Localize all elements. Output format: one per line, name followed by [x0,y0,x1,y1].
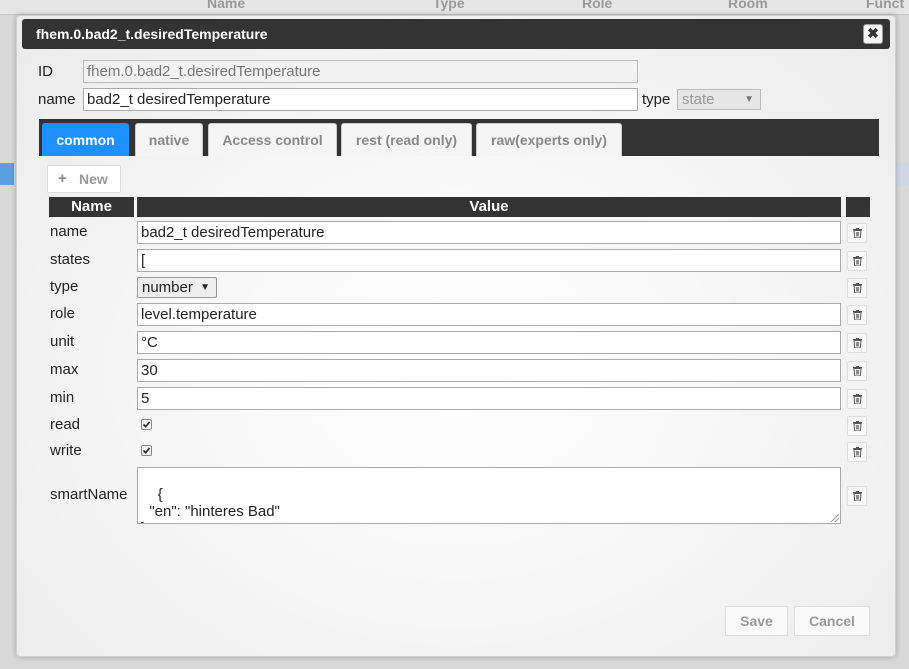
trash-icon [853,228,862,238]
smartname-value-textarea[interactable]: { "en": "hinteres Bad" } [137,467,841,524]
background-column-function: Funct [866,0,905,11]
new-attribute-button[interactable]: + New [47,165,121,193]
row-label-type: type [50,278,79,295]
close-button[interactable]: ✖ [863,24,883,44]
dialog-titlebar: fhem.0.bad2_t.desiredTemperature ✖ [22,19,890,49]
tab-bar: common native Access control rest (read … [39,119,879,156]
type-value-select-text: number [142,279,193,296]
tab-rest-read-only[interactable]: rest (read only) [341,123,472,156]
background-column-type: Type [433,0,465,11]
delete-unit-button[interactable] [847,333,867,353]
background-column-room: Room [728,0,768,11]
trash-icon [853,338,862,348]
delete-min-button[interactable] [847,389,867,409]
states-value-field[interactable]: [ [137,249,841,272]
column-header-value: Value [137,197,841,217]
checkmark-icon [142,447,151,454]
write-checkbox[interactable] [141,445,152,456]
cancel-button[interactable]: Cancel [794,606,870,636]
dialog-title: fhem.0.bad2_t.desiredTemperature [36,26,268,42]
trash-icon [853,283,862,293]
chevron-down-icon: ▼ [744,94,754,105]
delete-states-button[interactable] [847,251,867,271]
name-label: name [38,91,76,108]
chevron-down-icon: ▼ [200,282,210,293]
unit-value-field[interactable]: °C [137,331,841,354]
trash-icon [853,256,862,266]
type-select-value: state [682,91,715,108]
row-label-role: role [50,305,76,322]
trash-icon [853,491,862,501]
id-field[interactable]: fhem.0.bad2_t.desiredTemperature [83,60,638,83]
trash-icon [853,447,862,457]
tab-common[interactable]: common [42,123,129,156]
type-select[interactable]: state ▼ [677,89,761,110]
type-value-select[interactable]: number ▼ [137,277,217,298]
type-label: type [642,91,671,108]
column-header-name: Name [49,197,134,217]
tab-native[interactable]: native [135,123,203,156]
tab-raw-experts-only[interactable]: raw(experts only) [476,123,622,156]
smartname-value-text: { "en": "hinteres Bad" } [141,486,280,523]
plus-icon: + [58,170,67,187]
id-label: ID [38,63,53,80]
new-button-label: New [79,171,108,187]
object-edit-dialog: fhem.0.bad2_t.desiredTemperature ✖ ID fh… [16,15,896,657]
background-column-role: Role [582,0,613,11]
background-table-header: Name Type Role Room Funct [0,0,909,15]
delete-max-button[interactable] [847,361,867,381]
row-label-unit: unit [50,333,75,350]
delete-name-button[interactable] [847,223,867,243]
save-button[interactable]: Save [725,606,788,636]
row-label-smartname: smartName [50,486,128,503]
name-field[interactable]: bad2_t desiredTemperature [83,88,638,111]
row-label-name: name [50,223,88,240]
trash-icon [853,310,862,320]
background-selected-row-marker [0,163,14,185]
row-label-states: states [50,251,91,268]
delete-smartname-button[interactable] [847,486,867,506]
row-label-read: read [50,416,81,433]
trash-icon [853,366,862,376]
delete-read-button[interactable] [847,416,867,436]
max-value-field[interactable]: 30 [137,359,841,382]
close-icon: ✖ [867,25,879,41]
column-header-actions [846,197,870,217]
delete-type-button[interactable] [847,278,867,298]
min-value-field[interactable]: 5 [137,387,841,410]
name-value-field[interactable]: bad2_t desiredTemperature [137,221,841,244]
trash-icon [853,421,862,431]
row-label-min: min [50,389,75,406]
row-label-write: write [50,442,82,459]
delete-role-button[interactable] [847,305,867,325]
trash-icon [853,394,862,404]
tab-access-control[interactable]: Access control [208,123,337,156]
role-value-field[interactable]: level.temperature [137,303,841,326]
read-checkbox[interactable] [141,419,152,430]
background-column-name: Name [207,0,246,11]
row-label-max: max [50,361,79,378]
checkmark-icon [142,421,151,428]
resize-handle-icon[interactable] [831,514,839,522]
delete-write-button[interactable] [847,442,867,462]
